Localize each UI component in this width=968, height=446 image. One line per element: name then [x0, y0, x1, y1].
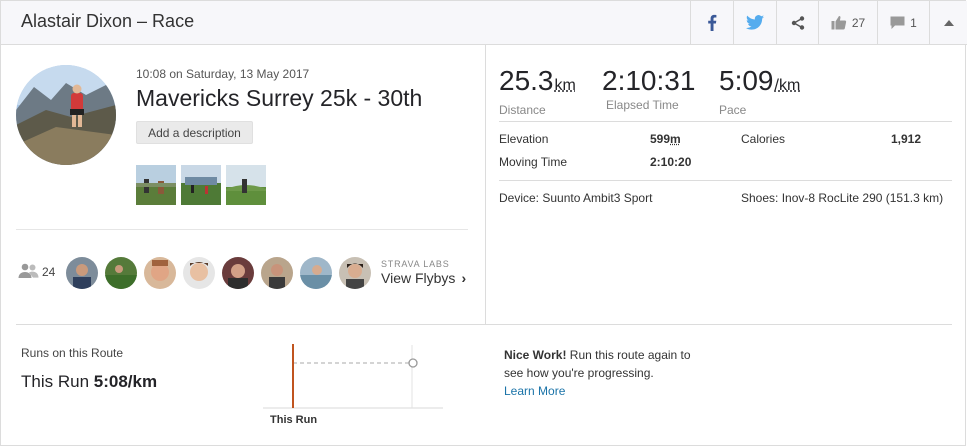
nice-work-message: Nice Work! Run this route again to see h… [504, 346, 709, 400]
flyby-athlete-avatar[interactable] [66, 257, 98, 289]
chart-this-run-label: This Run [270, 414, 317, 426]
thumbs-up-icon [831, 16, 846, 30]
comment-icon [890, 16, 905, 29]
flyby-athlete-avatar[interactable] [183, 257, 215, 289]
pace-value: 5:09 [719, 65, 774, 96]
calories-label: Calories [741, 132, 786, 146]
view-flybys-label: View Flybys [381, 270, 456, 286]
activity-datetime: 10:08 on Saturday, 13 May 2017 [136, 67, 310, 81]
elapsed-time-label: Elapsed Time [606, 98, 679, 112]
flyby-athlete-avatar[interactable] [144, 257, 176, 289]
activity-photo[interactable] [181, 165, 221, 205]
collapse-button[interactable] [929, 1, 967, 44]
distance-label: Distance [499, 103, 546, 117]
device-info: Device: Suunto Ambit3 Sport [499, 191, 653, 205]
flyby-athlete-count: 24 [42, 265, 56, 279]
stats-divider [499, 180, 952, 181]
activity-title: Mavericks Surrey 25k - 30th [136, 85, 423, 111]
this-run-summary: This Run 5:08/km [21, 372, 158, 391]
kudos-button[interactable]: 27 [818, 1, 877, 44]
route-comparison-chart[interactable]: This Run [263, 341, 445, 429]
moving-time-label: Moving Time [499, 155, 568, 169]
share-icon [791, 15, 804, 30]
route-marker [408, 358, 418, 368]
elevation-value: 599m [650, 132, 681, 146]
chevron-right-icon: › [461, 270, 467, 286]
share-button[interactable] [776, 1, 818, 44]
pace-label: Pace [719, 103, 747, 117]
chevron-up-icon [943, 19, 954, 26]
distance-value: 25.3 [499, 65, 554, 96]
this-run-bar [292, 344, 294, 408]
section-divider [16, 324, 952, 325]
athlete-avatar[interactable] [16, 65, 116, 165]
add-description-button[interactable]: Add a description [136, 121, 253, 144]
calories-value: 1,912 [891, 132, 922, 146]
column-divider [485, 45, 486, 325]
distance-stat: 25.3km Distance [499, 65, 576, 117]
flyby-athlete-avatar[interactable] [105, 257, 137, 289]
facebook-icon [708, 14, 717, 31]
flyby-athlete-avatar[interactable] [261, 257, 293, 289]
learn-more-link[interactable]: Learn More [504, 382, 709, 400]
comments-button[interactable]: 1 [877, 1, 929, 44]
twitter-share-button[interactable] [733, 1, 776, 44]
divider [16, 229, 468, 230]
distance-unit: km [554, 77, 576, 94]
flyby-athlete-avatar[interactable] [222, 257, 254, 289]
header-bar: Alastair Dixon – Race 27 1 [1, 1, 967, 45]
strava-labs-label: STRAVA LABS [381, 259, 450, 269]
activity-photo[interactable] [226, 165, 266, 205]
athletes-icon [18, 263, 39, 278]
shoes-info: Shoes: Inov-8 RocLite 290 (151.3 km) [741, 191, 944, 205]
view-flybys-link[interactable]: View Flybys › [381, 270, 466, 286]
flyby-athlete-avatar[interactable] [339, 257, 371, 289]
elapsed-time-stat: 2:10:31 Elapsed Time [602, 65, 695, 112]
pace-unit: /km [774, 77, 801, 94]
kudos-count: 27 [851, 15, 866, 30]
activity-card: Alastair Dixon – Race 27 1 10:08 on Satu… [0, 0, 967, 446]
comments-count: 1 [910, 15, 917, 30]
elapsed-time-value: 2:10:31 [602, 65, 696, 96]
pace-stat: 5:09/km Pace [719, 65, 800, 117]
page-title: Alastair Dixon – Race [21, 11, 195, 31]
activity-photo[interactable] [136, 165, 176, 205]
route-section-title: Runs on this Route [21, 346, 124, 360]
stats-divider [499, 121, 952, 122]
this-run-pace: 5:08/km [93, 372, 158, 391]
twitter-icon [746, 15, 764, 30]
moving-time-value: 2:10:20 [650, 155, 692, 169]
flyby-athlete-avatar[interactable] [300, 257, 332, 289]
facebook-share-button[interactable] [690, 1, 733, 44]
elevation-label: Elevation [499, 132, 549, 146]
